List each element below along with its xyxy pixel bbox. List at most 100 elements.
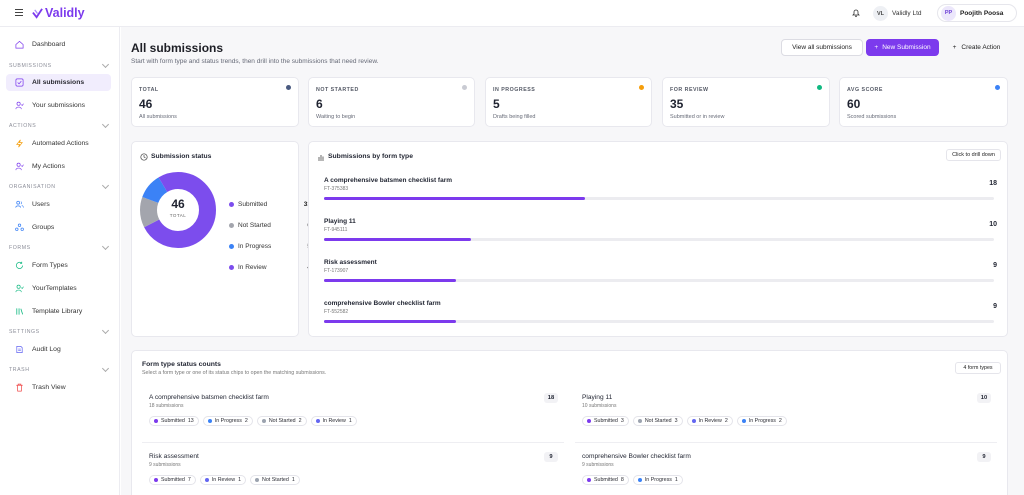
form-type-bar-item[interactable]: comprehensive Bowler checklist farm FT-5… [317,298,1000,336]
create-action-button[interactable]: + Create Action [944,39,1009,56]
checkbox-icon [14,78,24,88]
chip-count: 2 [724,418,728,424]
status-dot [261,419,266,423]
status-chip[interactable]: In Progress 1 [632,475,683,485]
chip-label: Not Started [262,477,289,483]
form-type-bar-item[interactable]: Playing 11 FT-945111 10 [317,216,1000,254]
section-settings[interactable]: SETTINGS [9,326,110,336]
status-chip[interactable]: Submitted 8 [582,475,629,485]
bar-chart-icon [318,155,324,161]
sidebar-item-form-types[interactable]: Form Types [6,257,111,274]
sidebar-item-trash-view[interactable]: Trash View [6,379,111,396]
sidebar-item-automated-actions[interactable]: Automated Actions [6,135,111,152]
section-forms[interactable]: FORMS [9,242,110,252]
status-chip[interactable]: Not Started 2 [256,416,307,426]
status-dot [587,478,591,482]
form-type-code: FT-552582 [324,309,349,315]
sidebar-item-your-submissions[interactable]: Your submissions [6,97,111,114]
form-type-bar-item[interactable]: A comprehensive batsmen checklist farm F… [317,175,1000,213]
card-title: Submissions by form type [328,153,413,160]
stat-card-avg-score[interactable]: AVG SCORE 60 Scored submissions [839,77,1008,127]
chevron-down-icon [101,242,110,251]
app-logo[interactable]: Validly [32,6,85,20]
section-organisation[interactable]: ORGANISATION [9,181,110,191]
sidebar-item-label: YourTemplates [32,285,77,292]
stat-card-total[interactable]: TOTAL 46 All submissions [131,77,299,127]
form-type-status-card[interactable]: Playing 11 10 submissions 10 Submitted 3 N… [575,391,997,443]
section-submissions[interactable]: SUBMISSIONS [9,60,110,70]
status-chip[interactable]: In Progress 2 [736,416,787,426]
chevron-down-icon [101,60,110,69]
status-chip[interactable]: Submitted 3 [582,416,629,426]
card-title: Submission status [151,153,212,160]
chip-label: In Progress [214,418,242,424]
submission-count-label: 10 submissions [582,403,617,409]
bar-fill [324,320,456,323]
sidebar-item-audit-log[interactable]: Audit Log [6,341,111,358]
stat-card-in-progress[interactable]: IN PROGRESS 5 Drafts being filled [485,77,652,127]
form-type-name: Risk assessment [324,259,377,266]
status-chip[interactable]: Submitted 13 [149,416,199,426]
stat-description: Drafts being filled [493,114,536,120]
bar-track [324,238,994,241]
bar-track [324,279,994,282]
legend-item-submitted[interactable]: Submitted 31 [229,199,311,209]
sidebar-item-label: Dashboard [32,41,66,48]
status-chip[interactable]: In Progress 2 [202,416,253,426]
chip-count: 1 [348,418,352,424]
stat-card-for-review[interactable]: FOR REVIEW 35 Submitted or in review [662,77,830,127]
form-type-bar-item[interactable]: Risk assessment FT-173907 9 [317,257,1000,295]
view-all-submissions-button[interactable]: View all submissions [781,39,863,56]
notification-bell-icon[interactable] [851,8,861,18]
drill-down-button[interactable]: Click to drill down [946,149,1001,161]
sidebar-item-all-submissions[interactable]: All submissions [6,74,111,91]
sidebar-item-my-actions[interactable]: My Actions [6,158,111,175]
status-chip[interactable]: Submitted 7 [149,475,196,485]
new-submission-button[interactable]: + New Submission [866,39,939,56]
library-icon [14,307,24,317]
status-dot [587,419,591,423]
sidebar-item-users[interactable]: Users [6,196,111,213]
legend-item-not-started[interactable]: Not Started 6 [229,220,311,230]
submission-count-badge: 10 [977,393,991,403]
sidebar-item-groups[interactable]: Groups [6,219,111,236]
app-name: Validly [45,6,85,20]
status-chip[interactable]: Not Started 3 [632,416,683,426]
main-content: All submissions Start with form type and… [121,27,1024,495]
status-chip[interactable]: Not Started 1 [250,475,300,485]
user-menu[interactable]: PP Poojith Poosa [937,4,1017,22]
sidebar-item-template-library[interactable]: Template Library [6,303,111,320]
bar-fill [324,197,586,200]
sidebar-item-label: Form Types [32,262,68,269]
form-type-name: A comprehensive batsmen checklist farm [324,177,453,184]
menu-icon[interactable] [15,8,23,17]
status-chip[interactable]: In Review 1 [199,475,247,485]
status-chip[interactable]: In Review 2 [686,416,733,426]
sidebar-item-dashboard[interactable]: Dashboard [6,36,111,53]
form-type-status-card[interactable]: Risk assessment 9 submissions 9 Submitte… [142,450,564,495]
stat-value: 46 [139,97,153,111]
chip-count: 7 [187,477,191,483]
sidebar-item-your-templates[interactable]: YourTemplates [6,280,111,297]
chip-count: 2 [244,418,248,424]
button-label: Create Action [961,44,1001,51]
org-switcher[interactable]: VL Validly Ltd [873,5,922,22]
form-type-status-card[interactable]: A comprehensive batsmen checklist farm 1… [142,391,564,443]
status-chip[interactable]: In Review 1 [310,416,357,426]
plus-icon: + [874,44,879,51]
legend-item-in-review[interactable]: In Review 4 [229,262,311,272]
bar-fill [324,238,472,241]
legend-label: Submitted [238,200,268,208]
chip-label: In Review [322,418,346,424]
sidebar-item-label: Audit Log [32,346,61,353]
section-trash[interactable]: TRASH [9,364,110,374]
sidebar: Dashboard SUBMISSIONS All submissions Yo… [0,27,120,495]
stat-label: TOTAL [139,87,159,93]
stat-card-not-started[interactable]: NOT STARTED 6 Waiting to begin [308,77,475,127]
legend-item-in-progress[interactable]: In Progress 5 [229,241,311,251]
form-type-status-card[interactable]: comprehensive Bowler checklist farm 9 su… [575,450,997,495]
submission-status-card: Submission status 46 TOTAL Submitted 31 … [131,141,311,337]
sidebar-item-label: Template Library [32,308,83,315]
button-label: New Submission [882,44,931,51]
section-actions[interactable]: ACTIONS [9,120,110,130]
